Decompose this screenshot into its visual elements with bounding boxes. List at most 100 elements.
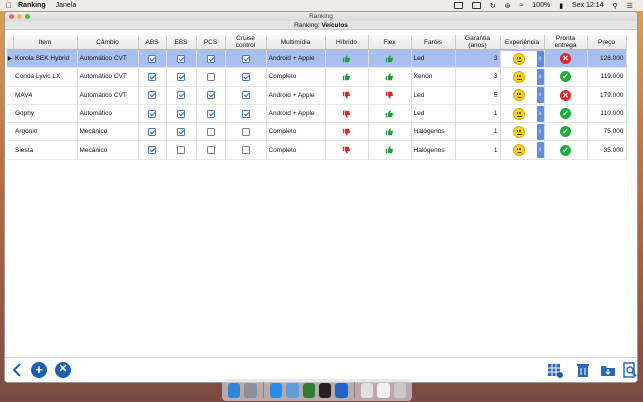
cell-cambio[interactable]: Mecânico (77, 140, 139, 160)
cell-item[interactable]: Conda Lyvic LX (13, 67, 78, 87)
trash-dock-icon[interactable] (393, 382, 407, 398)
abs-checkbox[interactable] (148, 91, 156, 100)
table-settings-icon[interactable] (547, 362, 563, 378)
cell-experiencia[interactable]: ⇳ (500, 49, 545, 69)
header-cambio[interactable]: Câmbio (77, 35, 139, 50)
cell-flex[interactable] (368, 104, 412, 124)
cell-pronta[interactable]: ✕ (544, 86, 588, 105)
experience-stepper[interactable]: ⇳ (536, 142, 543, 159)
cell-pronta[interactable]: ✓ (544, 140, 588, 160)
ebs-checkbox[interactable] (177, 54, 185, 63)
cell-hibrido[interactable] (325, 104, 369, 124)
cell-pronta[interactable]: ✓ (544, 67, 588, 87)
table-row[interactable]: ▶ Korola SEK Hybrid Automático CVT Android … (7, 49, 627, 69)
experience-stepper[interactable]: ⇳ (536, 50, 543, 67)
abs-checkbox[interactable] (148, 146, 156, 155)
cell-item[interactable]: Argonio (13, 122, 78, 142)
cell-item[interactable]: Gophy (13, 104, 78, 124)
ebs-checkbox[interactable] (177, 146, 185, 155)
cruise-checkbox[interactable] (241, 54, 250, 63)
cell-farois[interactable]: Halógenos (411, 140, 456, 160)
remove-button[interactable]: ✕ (55, 362, 71, 378)
cell-garantia[interactable]: 3 (455, 49, 501, 69)
list-icon[interactable]: ☰ (627, 2, 633, 10)
xcode-icon[interactable] (335, 382, 348, 398)
menubar-extra-icon[interactable] (453, 2, 463, 9)
menubar-extra-icon-2[interactable] (471, 2, 481, 9)
minimize-window-button[interactable] (17, 14, 22, 19)
cell-experiencia[interactable]: ⇳ (500, 104, 545, 124)
clock[interactable]: Sex 12:14 (572, 2, 604, 9)
ebs-checkbox[interactable] (177, 127, 185, 136)
cell-experiencia[interactable]: ⇳ (500, 86, 545, 105)
cell-garantia[interactable]: 1 (455, 140, 501, 160)
cell-multimidia[interactable]: Completo (266, 67, 326, 87)
table-row[interactable]: MAV4 Automático CVT Android + Apple Led 5 ⇳ ✕ 1… (7, 86, 627, 105)
cell-multimidia[interactable]: Android + Apple (266, 104, 326, 124)
table-row[interactable]: Gophy Automático Android + Apple Led 1 ⇳ ✓ 110.… (7, 104, 627, 124)
cell-experiencia[interactable]: ⇳ (500, 140, 545, 160)
cell-multimidia[interactable]: Android + Apple (266, 86, 326, 105)
menu-janela[interactable]: Janela (56, 2, 77, 9)
pcs-checkbox[interactable] (206, 146, 215, 155)
cell-preco[interactable]: 179.000 (587, 86, 627, 105)
cruise-checkbox[interactable] (241, 146, 250, 155)
cell-garantia[interactable]: 1 (455, 104, 501, 124)
cell-farois[interactable]: Xenon (411, 67, 456, 87)
cell-pronta[interactable]: ✓ (544, 104, 588, 124)
header-abs[interactable]: ABS (138, 35, 167, 50)
cell-preco[interactable]: 119.000 (587, 67, 627, 87)
add-button[interactable]: + (31, 362, 47, 378)
cell-experiencia[interactable]: ⇳ (500, 122, 545, 142)
cell-hibrido[interactable] (325, 86, 369, 105)
battery-icon[interactable]: ▮ (559, 2, 563, 10)
cell-item[interactable]: Siesta (13, 140, 78, 160)
cell-pronta[interactable]: ✕ (544, 49, 588, 69)
ebs-checkbox[interactable] (177, 91, 185, 100)
cruise-checkbox[interactable] (241, 91, 250, 100)
cell-hibrido[interactable] (325, 140, 369, 160)
cell-flex[interactable] (368, 122, 412, 142)
experience-stepper[interactable]: ⇳ (536, 105, 543, 122)
cell-hibrido[interactable] (325, 67, 369, 87)
abs-checkbox[interactable] (148, 109, 156, 118)
header-flex[interactable]: Flex (368, 35, 412, 50)
cell-cambio[interactable]: Automático CVT (77, 67, 139, 87)
cell-preco[interactable]: 75.000 (587, 122, 627, 142)
cell-multimidia[interactable]: Completo (266, 122, 326, 142)
cell-hibrido[interactable] (325, 122, 369, 142)
safari-icon[interactable] (269, 382, 283, 398)
cell-cambio[interactable]: Automático (77, 104, 139, 124)
cruise-checkbox[interactable] (241, 127, 250, 136)
cell-pronta[interactable]: ✓ (544, 122, 588, 142)
header-ebs[interactable]: EBS (166, 35, 197, 50)
finder-icon[interactable] (228, 382, 241, 398)
ebs-checkbox[interactable] (177, 72, 185, 81)
header-garantia[interactable]: Garantia (anos) (455, 35, 501, 50)
cell-garantia[interactable]: 5 (455, 86, 501, 105)
cell-multimidia[interactable]: Android + Apple (266, 49, 326, 69)
close-window-button[interactable] (9, 14, 14, 19)
ranking-app-icon[interactable] (286, 382, 299, 398)
cell-garantia[interactable]: 1 (455, 122, 501, 142)
cell-cambio[interactable]: Automático CVT (77, 49, 139, 69)
header-farois[interactable]: Faróis (411, 35, 456, 50)
bluetooth-icon[interactable]: ⊛ (505, 2, 511, 10)
wifi-icon[interactable]: ≈ (519, 2, 523, 9)
header-multimidia[interactable]: Multimídia (266, 35, 326, 50)
pcs-checkbox[interactable] (206, 54, 215, 63)
terminal-icon[interactable] (319, 382, 332, 398)
cell-flex[interactable] (368, 49, 412, 69)
zoom-window-button[interactable] (25, 14, 30, 19)
cell-flex[interactable] (368, 67, 412, 87)
cell-farois[interactable]: Led (411, 104, 456, 124)
apple-icon[interactable]:  (0, 1, 18, 10)
pcs-checkbox[interactable] (206, 91, 215, 100)
cruise-checkbox[interactable] (241, 109, 250, 118)
cell-farois[interactable]: Halógenos (411, 122, 456, 142)
experience-stepper[interactable]: ⇳ (536, 68, 543, 85)
cell-flex[interactable] (368, 86, 412, 105)
cell-cambio[interactable]: Automático CVT (77, 86, 139, 105)
cell-hibrido[interactable] (325, 49, 369, 69)
trash-icon[interactable] (575, 362, 591, 378)
